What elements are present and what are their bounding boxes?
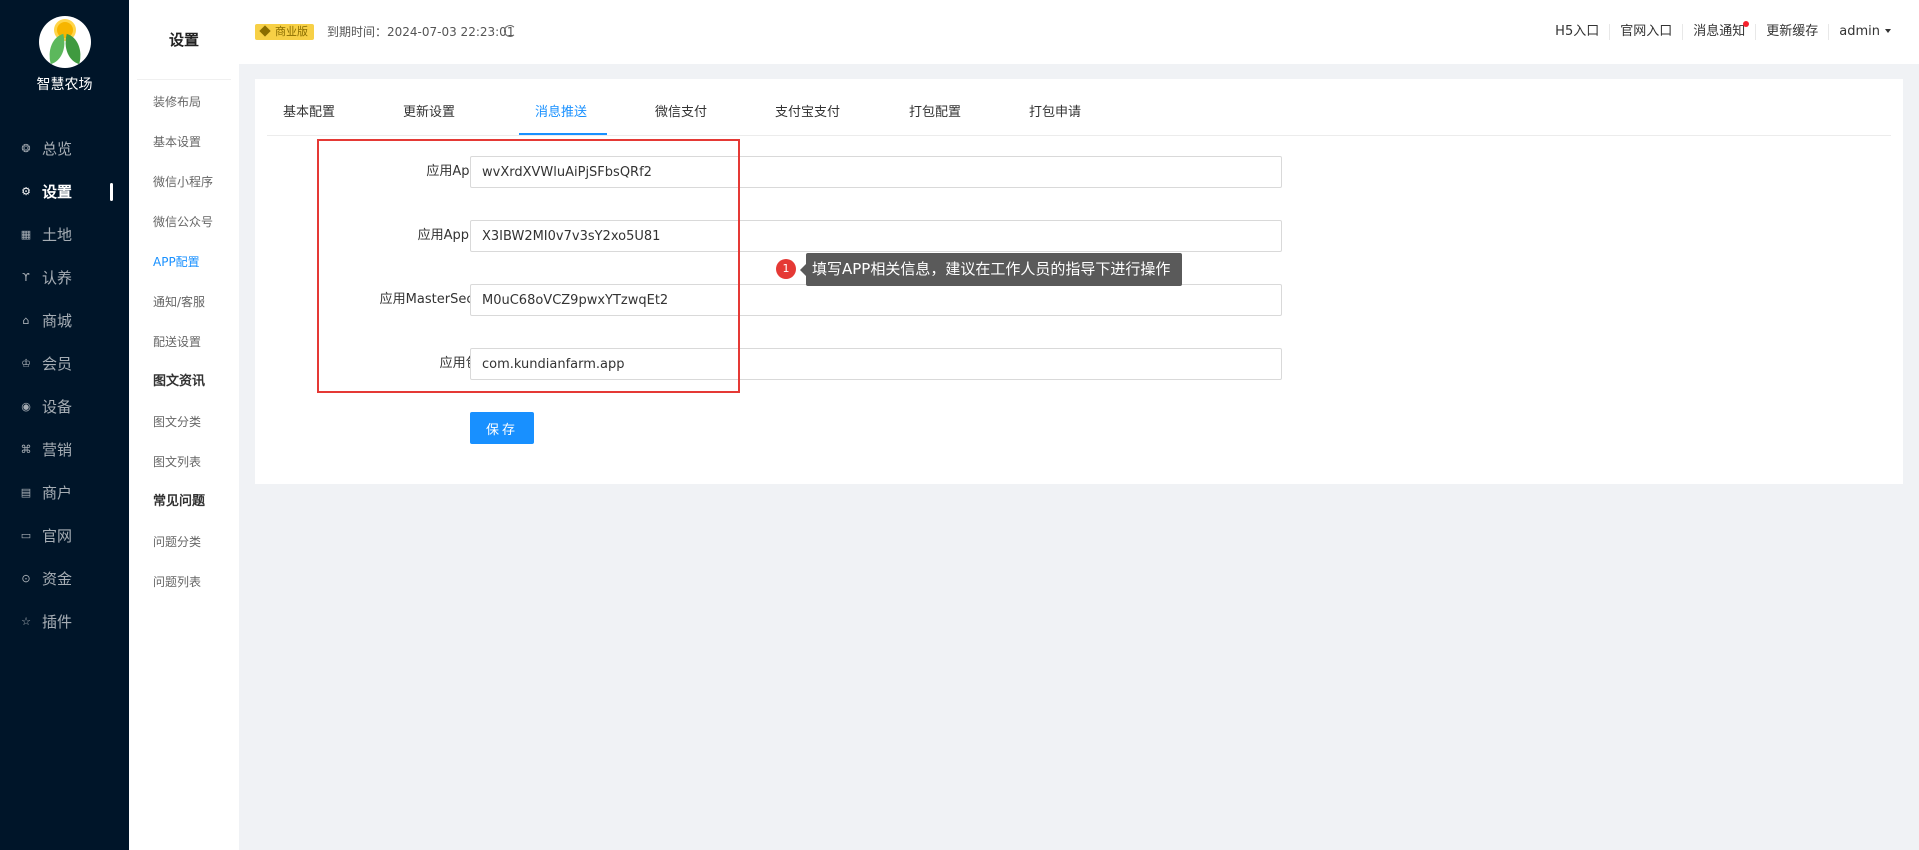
nav-item-label: 总览 — [42, 140, 73, 158]
grid-icon: ▦ — [20, 228, 32, 241]
nav-item-land[interactable]: ▦ 土地 — [0, 213, 129, 256]
subnav-list: 装修布局 基本设置 微信小程序 微信公众号 APP配置 通知/客服 配送设置 图… — [129, 82, 239, 602]
tab-update-settings[interactable]: 更新设置 — [403, 105, 455, 121]
nav-item-plugins[interactable]: ☆ 插件 — [0, 600, 129, 643]
unread-dot — [1743, 21, 1750, 27]
dashboard-icon: ❂ — [21, 142, 31, 155]
subnav-item-basic[interactable]: 基本设置 — [129, 122, 239, 162]
nav-item-overview[interactable]: ❂ 总览 — [0, 127, 129, 170]
subnav-title: 设置 — [137, 0, 231, 80]
shop-icon: ⌂ — [22, 314, 30, 327]
refresh-cache-link[interactable]: 更新缓存 — [1755, 24, 1828, 40]
animal-icon: ϒ — [22, 271, 30, 284]
tab-push-messages[interactable]: 消息推送 — [535, 105, 587, 121]
subnav-group-faq: 常见问题 — [153, 494, 206, 509]
crown-icon: ♔ — [21, 357, 31, 370]
gear-icon: ⚙ — [21, 185, 31, 198]
diamond-icon — [259, 25, 271, 37]
top-header: 商业版 到期时间：2024-07-03 22:23:01 H5入口 官网入口 消… — [239, 0, 1919, 64]
store-icon: ▤ — [20, 486, 32, 499]
subnav-item-faq-list[interactable]: 问题列表 — [129, 562, 239, 602]
user-menu[interactable]: admin — [1828, 24, 1901, 40]
notifications-link[interactable]: 消息通知 — [1682, 21, 1755, 40]
subnav-item-official-account[interactable]: 微信公众号 — [129, 202, 239, 242]
subnav-item-decoration[interactable]: 装修布局 — [129, 82, 239, 122]
subnav-item-article-list[interactable]: 图文列表 — [129, 442, 239, 482]
subnav-group-articles: 图文资讯 — [153, 374, 206, 389]
nav-item-funds[interactable]: ⊙ 资金 — [0, 557, 129, 600]
nav-item-label: 会员 — [42, 355, 73, 373]
subnav-item-miniprogram[interactable]: 微信小程序 — [129, 162, 239, 202]
money-icon: ⊙ — [21, 572, 31, 585]
nav-item-label: 商户 — [42, 484, 73, 502]
edition-badge: 商业版 — [255, 24, 314, 40]
nav-item-label: 资金 — [42, 570, 73, 588]
highlight-box — [317, 139, 740, 393]
tab-alipay[interactable]: 支付宝支付 — [775, 105, 840, 121]
nav-item-marketing[interactable]: ⌘ 营销 — [0, 428, 129, 471]
subnav-item-article-category[interactable]: 图文分类 — [129, 402, 239, 442]
main-nav: 智慧农场 ❂ 总览 ⚙ 设置 ▦ 土地 ϒ 认养 ⌂ 商城 ♔ 会员 ◉ 设备 ⌘ 营销 ▤ 商户… — [0, 0, 129, 850]
nav-item-label: 插件 — [42, 613, 73, 631]
nav-item-mall[interactable]: ⌂ 商城 — [0, 299, 129, 342]
subnav-item-faq-category[interactable]: 问题分类 — [129, 522, 239, 562]
nav-item-label: 商城 — [42, 312, 73, 330]
brand-logo[interactable]: 智慧农场 — [0, 16, 129, 94]
farm-logo-icon — [38, 16, 91, 68]
refresh-icon[interactable] — [504, 25, 516, 37]
subnav-item-notify-service[interactable]: 通知/客服 — [129, 282, 239, 322]
tip-step-number: 1 — [776, 259, 796, 279]
browser-icon: ▭ — [20, 529, 32, 542]
nav-item-label: 营销 — [42, 441, 73, 459]
nav-item-label: 官网 — [42, 527, 73, 545]
star-icon: ☆ — [21, 615, 31, 628]
tab-wechat-pay[interactable]: 微信支付 — [655, 105, 707, 121]
expire-time: 到期时间：2024-07-03 22:23:01 — [327, 25, 515, 39]
nav-item-members[interactable]: ♔ 会员 — [0, 342, 129, 385]
edition-label: 商业版 — [275, 25, 308, 38]
command-icon: ⌘ — [20, 443, 32, 456]
nav-item-label: 设置 — [42, 183, 73, 201]
nav-item-label: 认养 — [42, 269, 73, 287]
nav-item-label: 土地 — [42, 226, 73, 244]
active-tab-indicator — [519, 133, 607, 135]
nav-item-adopt[interactable]: ϒ 认养 — [0, 256, 129, 299]
tip-callout: 填写APP相关信息，建议在工作人员的指导下进行操作 — [799, 253, 1183, 286]
config-tabs: 基本配置 更新设置 消息推送 微信支付 支付宝支付 打包配置 打包申请 — [267, 79, 1891, 136]
nav-item-settings[interactable]: ⚙ 设置 — [0, 170, 129, 213]
settings-subnav: 设置 装修布局 基本设置 微信小程序 微信公众号 APP配置 通知/客服 配送设… — [129, 0, 239, 850]
nav-item-label: 设备 — [42, 398, 73, 416]
nav-item-devices[interactable]: ◉ 设备 — [0, 385, 129, 428]
tab-package-config[interactable]: 打包配置 — [909, 105, 961, 121]
subnav-item-delivery[interactable]: 配送设置 — [129, 322, 239, 362]
caret-down-icon — [1885, 29, 1891, 33]
username: admin — [1839, 24, 1880, 39]
nav-item-website[interactable]: ▭ 官网 — [0, 514, 129, 557]
header-links: H5入口 官网入口 消息通知 更新缓存 admin — [1545, 21, 1901, 40]
location-icon: ◉ — [21, 400, 31, 413]
tab-basic-config[interactable]: 基本配置 — [283, 105, 335, 121]
nav-menu: ❂ 总览 ⚙ 设置 ▦ 土地 ϒ 认养 ⌂ 商城 ♔ 会员 ◉ 设备 ⌘ 营销 ▤ 商户 ▭ 官网 … — [0, 127, 129, 643]
h5-entry-link[interactable]: H5入口 — [1545, 24, 1609, 40]
brand-name: 智慧农场 — [36, 77, 93, 93]
subnav-item-app-config[interactable]: APP配置 — [129, 242, 239, 282]
tab-package-request[interactable]: 打包申请 — [1029, 105, 1081, 121]
nav-item-merchants[interactable]: ▤ 商户 — [0, 471, 129, 514]
website-entry-link[interactable]: 官网入口 — [1609, 24, 1682, 40]
notifications-label: 消息通知 — [1693, 24, 1746, 39]
save-button[interactable]: 保存 — [470, 412, 534, 444]
